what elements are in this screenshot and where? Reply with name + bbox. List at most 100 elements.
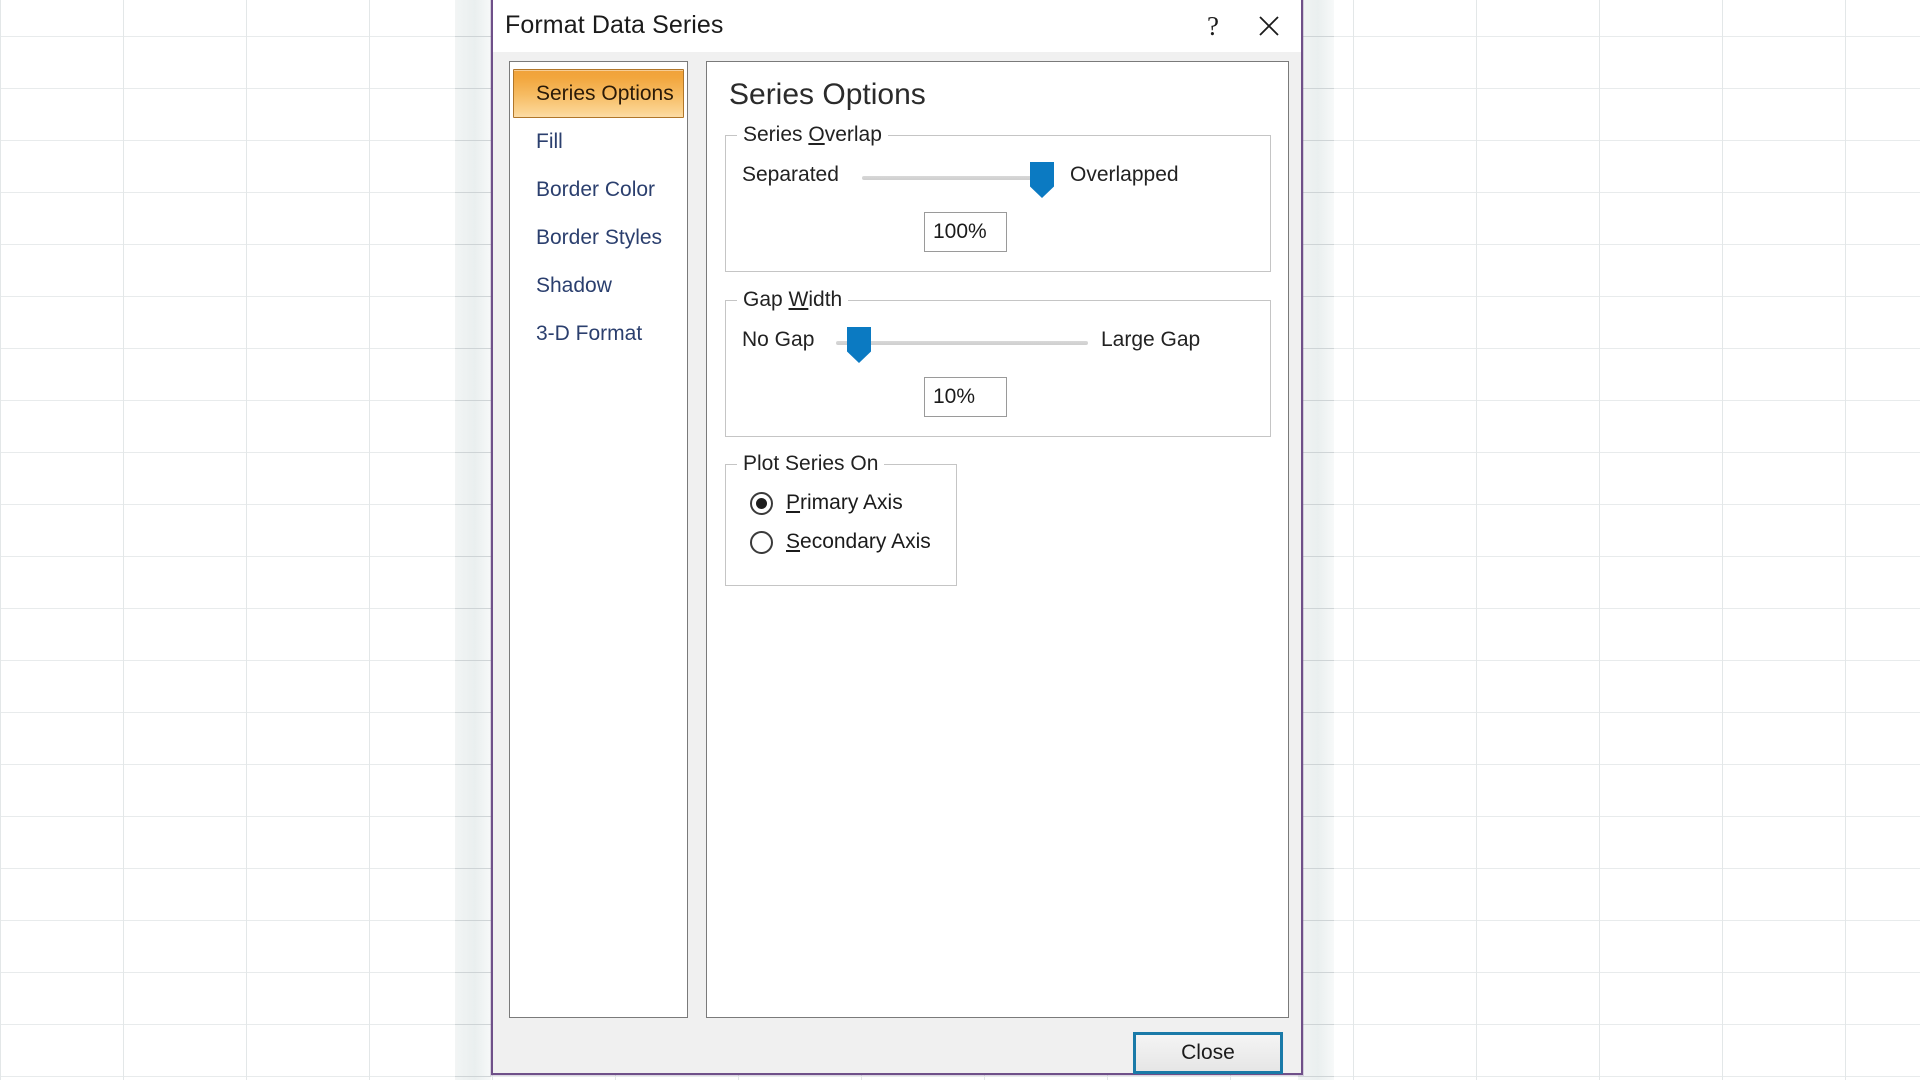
gap-width-value-input[interactable]: 10% [924,377,1007,417]
gap-width-slider[interactable] [836,318,1088,368]
row-header-divider [455,348,491,349]
gap-width-max-label: Large Gap [1101,328,1201,351]
row-header-divider [1298,140,1334,141]
series-overlap-value-input[interactable]: 100% [924,212,1007,252]
grid-line [1476,0,1477,1080]
row-header-divider [1298,660,1334,661]
row-header-divider [1298,452,1334,453]
legend-prefix: Series [743,123,809,146]
plot-series-on-group: Plot Series On Primary Axis Secondary Ax… [725,452,957,586]
gap-width-group: Gap Width No Gap Large Gap 10% [725,288,1271,437]
sidebar-item-label: Fill [536,130,563,153]
legend-accelerator: O [808,123,825,146]
row-header-divider [1298,192,1334,193]
format-data-series-dialog: Format Data Series ? Series Options Fill [491,0,1303,1075]
row-header-divider [455,972,491,973]
row-header-divider [1298,348,1334,349]
gap-width-min-label: No Gap [742,328,815,351]
slider-track [836,341,1088,345]
series-overlap-legend: Series Overlap [737,123,888,147]
radio-primary-axis[interactable]: Primary Axis [750,491,903,515]
row-header-divider [455,296,491,297]
sidebar-item-label: Border Color [536,178,656,201]
dialog-titlebar: Format Data Series ? [493,0,1301,52]
radio-accelerator: S [786,530,801,553]
series-overlap-min-label: Separated [742,163,839,186]
category-list[interactable]: Series Options Fill Border Color Border … [509,61,688,1018]
dialog-title: Format Data Series [505,11,724,39]
gap-width-legend: Gap Width [737,288,849,312]
row-header-divider [455,660,491,661]
row-header-divider [1298,88,1334,89]
series-options-panel: Series Options Series Overlap Separated … [706,61,1289,1018]
sidebar-item-border-color[interactable]: Border Color [513,166,684,214]
slider-thumb[interactable] [847,327,871,363]
row-header-divider [455,1076,491,1077]
sidebar-item-border-styles[interactable]: Border Styles [513,214,684,262]
series-overlap-group: Series Overlap Separated Overlapped 100% [725,123,1271,272]
close-button[interactable]: Close [1133,1032,1283,1074]
row-header-divider [455,452,491,453]
row-header-divider [455,868,491,869]
row-header-divider [455,816,491,817]
legend-accelerator: W [788,288,809,311]
series-overlap-slider[interactable] [862,153,1054,203]
question-mark-icon: ? [1207,10,1219,41]
row-header-divider [1298,868,1334,869]
slider-track [862,176,1054,180]
slider-thumb[interactable] [1030,162,1054,198]
radio-text: econdary Axis [800,530,931,553]
sidebar-item-series-options[interactable]: Series Options [513,69,684,118]
row-header-strip-left [455,0,491,1080]
row-header-divider [1298,920,1334,921]
row-header-divider [455,244,491,245]
help-button[interactable]: ? [1185,3,1241,49]
row-header-divider [455,920,491,921]
sidebar-item-label: Border Styles [536,226,663,249]
grid-line [0,0,1,1080]
row-header-divider [1298,244,1334,245]
legend-suffix: idth [808,288,843,311]
row-header-strip-right [1298,0,1334,1080]
row-header-divider [1298,1076,1334,1077]
titlebar-buttons: ? [1185,0,1297,52]
sidebar-item-3d-format[interactable]: 3-D Format [513,310,684,358]
sidebar-item-fill[interactable]: Fill [513,118,684,166]
row-header-divider [455,764,491,765]
row-header-divider [455,1024,491,1025]
radio-accelerator: P [786,491,801,514]
radio-indicator [750,491,773,515]
row-header-divider [1298,400,1334,401]
grid-line [1599,0,1600,1080]
plot-series-on-legend: Plot Series On [737,452,885,476]
row-header-divider [1298,608,1334,609]
close-window-button[interactable] [1241,3,1297,49]
grid-line [246,0,247,1080]
series-overlap-max-label: Overlapped [1070,163,1179,186]
row-header-divider [455,88,491,89]
row-header-divider [1298,1024,1334,1025]
grid-line [369,0,370,1080]
grid-line [1722,0,1723,1080]
grid-line [0,1076,1920,1077]
row-header-divider [455,140,491,141]
row-header-divider [1298,972,1334,973]
screen: Format Data Series ? Series Options Fill [0,0,1920,1080]
row-header-divider [1298,764,1334,765]
row-header-divider [1298,816,1334,817]
radio-secondary-axis[interactable]: Secondary Axis [750,530,931,554]
sidebar-item-shadow[interactable]: Shadow [513,262,684,310]
radio-secondary-axis-label: Secondary Axis [786,530,931,554]
legend-suffix: verlap [824,123,882,146]
row-header-divider [455,192,491,193]
row-header-divider [455,712,491,713]
grid-line [1845,0,1846,1080]
sidebar-item-label: 3-D Format [536,322,643,345]
grid-line [1353,0,1354,1080]
row-header-divider [1298,504,1334,505]
sidebar-item-label: Series Options [536,82,674,105]
row-header-divider [455,608,491,609]
row-header-divider [1298,712,1334,713]
row-header-divider [455,400,491,401]
row-header-divider [455,504,491,505]
